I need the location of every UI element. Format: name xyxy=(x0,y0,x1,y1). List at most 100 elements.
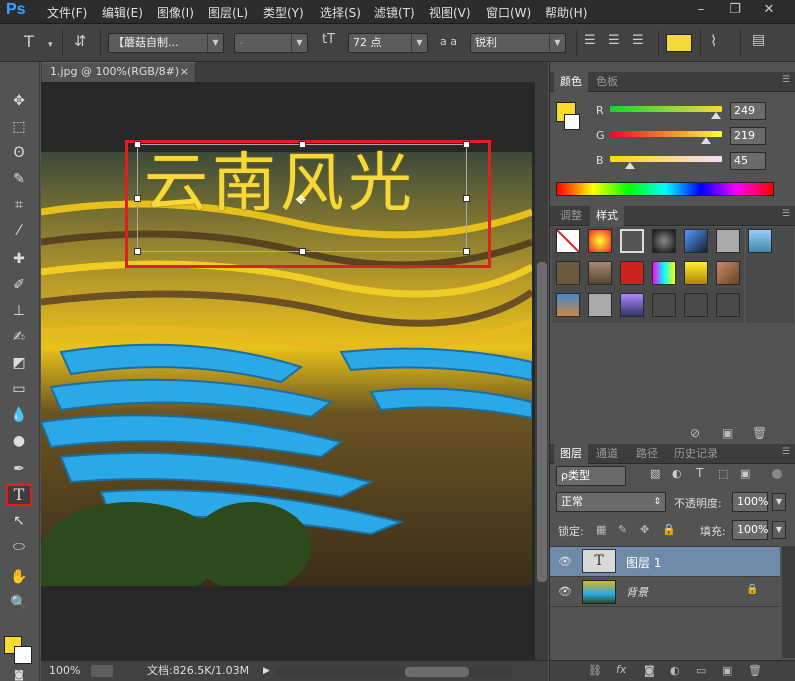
align-center-icon[interactable]: ☰ xyxy=(608,33,620,48)
canvas-area[interactable]: 云南风光 ✥ xyxy=(41,82,534,660)
fill-input[interactable]: 100% xyxy=(732,520,768,540)
status-icon[interactable] xyxy=(91,665,113,677)
text-orientation-icon[interactable]: ⇵ xyxy=(74,32,87,50)
background-color-swatch[interactable] xyxy=(564,114,580,130)
menu-file[interactable]: 文件(F) xyxy=(47,4,87,21)
close-tab-icon[interactable]: × xyxy=(180,63,189,81)
delete-style-icon[interactable]: 🗑 xyxy=(752,426,767,440)
style-swatch[interactable] xyxy=(716,261,740,285)
horizontal-scrollbar[interactable] xyxy=(277,667,513,677)
style-swatch[interactable] xyxy=(652,293,676,317)
align-right-icon[interactable]: ☰ xyxy=(632,33,644,48)
style-swatch[interactable] xyxy=(716,293,740,317)
chevron-down-icon[interactable]: ▼ xyxy=(772,521,786,539)
marquee-tool-icon[interactable]: ⬚ xyxy=(6,116,32,138)
tab-history[interactable]: 历史记录 xyxy=(668,444,724,464)
warp-text-icon[interactable]: ⌇ xyxy=(710,32,717,50)
menu-help[interactable]: 帮助(H) xyxy=(545,4,587,21)
link-layers-icon[interactable]: ⛓ xyxy=(588,664,602,677)
close-icon[interactable]: ✕ xyxy=(756,0,782,20)
dodge-tool-icon[interactable]: ● xyxy=(6,430,32,452)
transform-handle[interactable] xyxy=(134,248,141,255)
layer-name[interactable]: 图层 1 xyxy=(626,554,661,571)
quick-mask-icon[interactable]: ◙ xyxy=(6,670,32,681)
layers-scrollbar[interactable] xyxy=(782,546,795,658)
filter-smart-object-icon[interactable]: ▣ xyxy=(740,467,750,480)
zoom-level[interactable]: 100% xyxy=(49,661,80,681)
tab-swatches[interactable]: 色板 xyxy=(590,72,624,92)
layer-effects-icon[interactable]: fx xyxy=(616,663,626,676)
panel-menu-icon[interactable]: ☰ xyxy=(782,447,790,457)
chevron-right-icon[interactable]: ▶ xyxy=(263,661,270,681)
slider-b-knob[interactable] xyxy=(625,162,635,169)
menu-view[interactable]: 视图(V) xyxy=(429,4,471,21)
layer-row[interactable]: 👁 T 图层 1 xyxy=(550,547,780,577)
value-g[interactable]: 219 xyxy=(730,127,766,145)
tab-paths[interactable]: 路径 xyxy=(630,444,664,464)
adjustment-layer-icon[interactable]: ◐ xyxy=(670,664,680,677)
slider-g-knob[interactable] xyxy=(701,137,711,144)
transform-handle[interactable] xyxy=(299,248,306,255)
tab-styles[interactable]: 样式 xyxy=(590,206,624,226)
eyedropper-tool-icon[interactable]: ⁄ xyxy=(6,220,32,242)
style-swatch[interactable] xyxy=(556,261,580,285)
move-tool-icon[interactable]: ✥ xyxy=(6,90,32,112)
menu-type[interactable]: 类型(Y) xyxy=(263,4,304,21)
clone-stamp-tool-icon[interactable]: ⊥ xyxy=(6,300,32,322)
minimize-icon[interactable]: – xyxy=(688,0,714,20)
type-tool-icon[interactable]: T xyxy=(6,484,32,506)
panel-menu-icon[interactable]: ☰ xyxy=(782,75,790,85)
style-swatch[interactable] xyxy=(588,229,612,253)
style-swatch[interactable] xyxy=(588,293,612,317)
tab-channels[interactable]: 通道 xyxy=(590,444,624,464)
ellipse-tool-icon[interactable]: ⬭ xyxy=(6,536,32,558)
add-mask-icon[interactable]: ◙ xyxy=(644,664,655,677)
font-family-select[interactable]: 【蘑菇自制... ▼ xyxy=(108,33,224,53)
filter-shape-icon[interactable]: ⬚ xyxy=(718,467,728,480)
transform-handle[interactable] xyxy=(299,141,306,148)
text-color-swatch[interactable] xyxy=(666,34,692,52)
layer-filter-select[interactable]: ρ类型 xyxy=(556,466,626,486)
menu-select[interactable]: 选择(S) xyxy=(320,4,361,21)
slider-r[interactable] xyxy=(610,106,722,112)
history-brush-tool-icon[interactable]: ✍ xyxy=(6,326,32,348)
crop-tool-icon[interactable]: ⌗ xyxy=(6,194,32,216)
brush-tool-icon[interactable]: ✐ xyxy=(6,274,32,296)
chevron-down-icon[interactable]: ▾ xyxy=(48,40,53,50)
style-swatch[interactable] xyxy=(716,229,740,253)
transform-handle[interactable] xyxy=(463,195,470,202)
gradient-tool-icon[interactable]: ▭ xyxy=(6,378,32,400)
style-swatch[interactable] xyxy=(684,261,708,285)
tab-color[interactable]: 颜色 xyxy=(554,72,588,92)
maximize-icon[interactable]: ❐ xyxy=(722,0,748,20)
blend-mode-select[interactable]: 正常 ⇕ xyxy=(556,492,666,512)
menu-image[interactable]: 图像(I) xyxy=(157,4,194,21)
align-left-icon[interactable]: ☰ xyxy=(584,33,596,48)
eye-icon[interactable]: 👁 xyxy=(558,555,572,568)
transform-bounding-box[interactable]: 云南风光 ✥ xyxy=(134,141,470,255)
font-style-select[interactable]: - ▼ xyxy=(234,33,308,53)
filter-toggle[interactable] xyxy=(772,469,782,479)
new-layer-icon[interactable]: ▣ xyxy=(722,664,732,677)
layer-name[interactable]: 背景 xyxy=(626,584,648,600)
new-style-icon[interactable]: ▣ xyxy=(722,426,733,440)
style-swatch[interactable] xyxy=(620,293,644,317)
font-size-select[interactable]: 72 点 ▼ xyxy=(348,33,428,53)
menu-filter[interactable]: 滤镜(T) xyxy=(374,4,415,21)
quick-select-tool-icon[interactable]: ✎ xyxy=(6,168,32,190)
style-swatch[interactable] xyxy=(652,229,676,253)
menu-window[interactable]: 窗口(W) xyxy=(486,4,531,21)
vertical-scrollbar[interactable] xyxy=(534,82,548,660)
filter-image-icon[interactable]: ▧ xyxy=(650,467,660,480)
healing-brush-tool-icon[interactable]: ✚ xyxy=(6,248,32,270)
chevron-down-icon[interactable]: ▼ xyxy=(772,493,786,511)
transform-handle[interactable] xyxy=(134,141,141,148)
style-swatch[interactable] xyxy=(556,293,580,317)
filter-adjustment-icon[interactable]: ◐ xyxy=(672,467,682,480)
style-swatch[interactable] xyxy=(620,229,644,253)
opacity-input[interactable]: 100% xyxy=(732,492,768,512)
style-swatch[interactable] xyxy=(620,261,644,285)
tab-adjustments[interactable]: 调整 xyxy=(554,206,588,226)
lock-all-icon[interactable]: 🔒 xyxy=(662,523,676,536)
pen-tool-icon[interactable]: ✒ xyxy=(6,458,32,480)
